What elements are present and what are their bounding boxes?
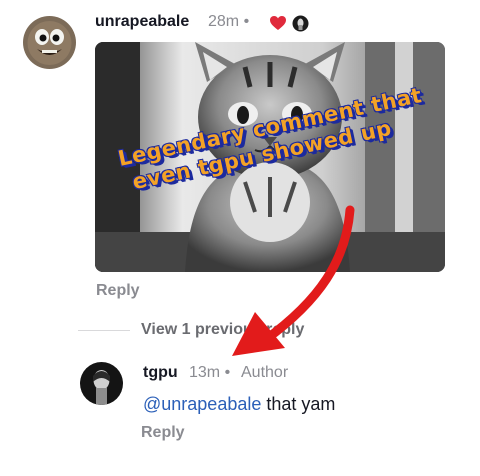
comment-time-value: 28m xyxy=(208,13,240,30)
comment-separator: • xyxy=(243,13,250,30)
reply-text: @unrapeabale that yam xyxy=(143,394,335,415)
reply-separator: • xyxy=(224,364,231,381)
comment-media-image[interactable] xyxy=(95,42,445,272)
reply-button[interactable]: Reply xyxy=(141,424,185,442)
thread-divider xyxy=(78,330,130,331)
reply-text-body: that yam xyxy=(261,394,336,414)
reply-username[interactable]: tgpu xyxy=(143,364,178,382)
commenter-username[interactable]: unrapeabale xyxy=(95,13,189,31)
commenter-avatar[interactable] xyxy=(23,16,76,69)
reply-timestamp: 13m • xyxy=(189,364,230,382)
reply-avatar[interactable] xyxy=(80,362,123,405)
heart-icon xyxy=(269,15,287,36)
user-mention-link[interactable]: @unrapeabale xyxy=(143,394,261,414)
view-replies-button[interactable]: View 1 previous reply xyxy=(141,321,304,339)
author-badge: Author xyxy=(241,364,289,381)
creator-avatar-icon xyxy=(292,15,309,37)
comment-timestamp: 28m • xyxy=(208,13,249,31)
reply-time-value: 13m xyxy=(189,364,221,381)
reply-button[interactable]: Reply xyxy=(96,282,140,300)
